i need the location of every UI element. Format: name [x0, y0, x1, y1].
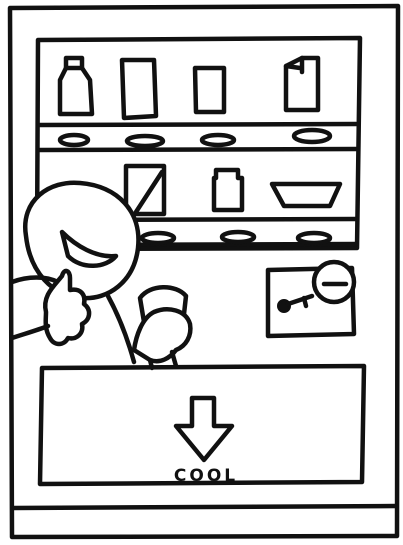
- product-small-jar[interactable]: [211, 167, 245, 213]
- coin-slot-icon[interactable]: [311, 259, 357, 305]
- machine-base: [11, 503, 399, 511]
- product-tall-carton[interactable]: [119, 57, 159, 121]
- vending-machine-drawing: COOL: [7, 3, 401, 540]
- select-button-b1[interactable]: [139, 230, 177, 246]
- product-box[interactable]: [123, 163, 167, 217]
- dispenser-label: COOL: [174, 466, 238, 486]
- select-button-b3[interactable]: [295, 230, 333, 246]
- person-head: [22, 180, 141, 301]
- product-juice-carton[interactable]: [283, 55, 321, 113]
- select-button-b2[interactable]: [219, 229, 257, 245]
- arrow-down-icon: [173, 395, 235, 463]
- person-arm: [9, 275, 61, 285]
- product-can[interactable]: [192, 65, 227, 115]
- product-tray[interactable]: [269, 181, 343, 209]
- dispenser-door[interactable]: COOL: [37, 363, 367, 487]
- select-button-a1[interactable]: [57, 132, 91, 148]
- select-button-a4[interactable]: [291, 127, 333, 145]
- select-button-a2[interactable]: [124, 133, 166, 149]
- person-body: [105, 293, 137, 365]
- select-button-a3[interactable]: [199, 132, 237, 148]
- payment-panel[interactable]: [265, 259, 357, 339]
- product-bottle[interactable]: [57, 55, 95, 117]
